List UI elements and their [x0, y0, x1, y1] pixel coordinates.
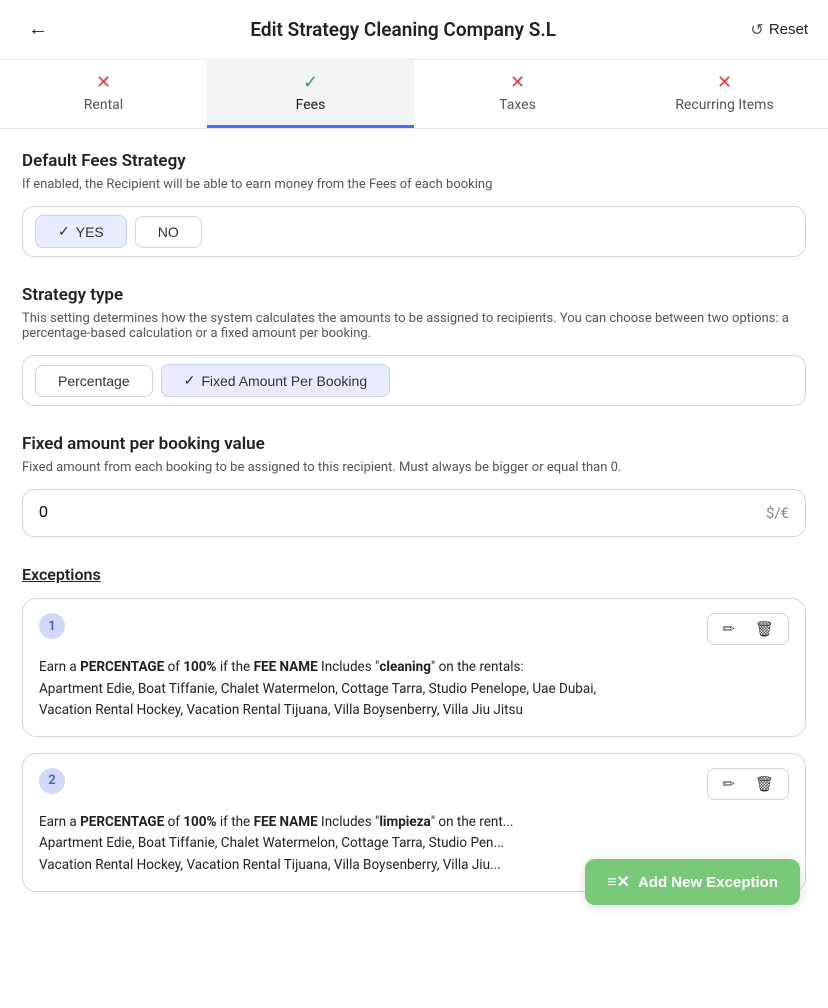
- strategy-type-title: Strategy type: [22, 285, 806, 305]
- no-button[interactable]: NO: [135, 216, 202, 248]
- add-exception-icon: ≡✕: [607, 872, 630, 892]
- tab-rental-label: Rental: [84, 97, 123, 113]
- percentage-label: Percentage: [58, 373, 130, 389]
- exception-2-number: 2: [39, 768, 65, 794]
- tab-taxes[interactable]: ✕ Taxes: [414, 60, 621, 128]
- exception-1-delete-button[interactable]: 🗑: [749, 618, 780, 640]
- exception-1-number: 1: [39, 613, 65, 639]
- fixed-amount-field-wrapper: $/€: [22, 489, 806, 537]
- back-button[interactable]: ←: [20, 14, 56, 45]
- exception-2-delete-button[interactable]: 🗑: [749, 773, 780, 795]
- strategy-type-desc: This setting determines how the system c…: [22, 311, 806, 341]
- default-fees-title: Default Fees Strategy: [22, 151, 806, 171]
- fixed-amount-section: Fixed amount per booking value Fixed amo…: [22, 434, 806, 537]
- recurring-tab-icon: ✕: [717, 72, 732, 93]
- exception-1-edit-button[interactable]: ✏: [716, 618, 741, 640]
- tabs-container: ✕ Rental ✓ Fees ✕ Taxes ✕ Recurring Item…: [0, 60, 828, 129]
- exception-1-actions: ✏ 🗑: [707, 613, 789, 645]
- tab-recurring-label: Recurring Items: [675, 97, 773, 113]
- strategy-toggle-group: Percentage ✓ Fixed Amount Per Booking: [22, 355, 806, 406]
- fees-tab-icon: ✓: [303, 72, 318, 93]
- yes-checkmark: ✓: [58, 223, 70, 240]
- no-label: NO: [158, 224, 179, 240]
- fixed-amount-title: Fixed amount per booking value: [22, 434, 806, 454]
- taxes-tab-icon: ✕: [510, 72, 525, 93]
- exception-2-edit-button[interactable]: ✏: [716, 773, 741, 795]
- fixed-label: Fixed Amount Per Booking: [201, 373, 367, 389]
- reset-button[interactable]: ↺ Reset: [750, 20, 808, 40]
- fixed-amount-input[interactable]: [39, 504, 766, 522]
- fixed-amount-button[interactable]: ✓ Fixed Amount Per Booking: [161, 364, 391, 397]
- percentage-button[interactable]: Percentage: [35, 365, 153, 397]
- default-fees-toggle-group: ✓ YES NO: [22, 206, 806, 257]
- add-exception-button[interactable]: ≡✕ Add New Exception: [585, 859, 800, 905]
- exception-2-actions: ✏ 🗑: [707, 768, 789, 800]
- tab-fees-label: Fees: [296, 97, 326, 113]
- default-fees-section: Default Fees Strategy If enabled, the Re…: [22, 151, 806, 257]
- exceptions-title: Exceptions: [22, 565, 806, 584]
- header: ← Edit Strategy Cleaning Company S.L ↺ R…: [0, 0, 828, 60]
- currency-suffix: $/€: [766, 504, 789, 522]
- yes-button[interactable]: ✓ YES: [35, 215, 127, 248]
- yes-label: YES: [76, 224, 104, 240]
- tab-recurring[interactable]: ✕ Recurring Items: [621, 60, 828, 128]
- exception-2-header: 2 ✏ 🗑: [39, 768, 789, 800]
- exception-1-header: 1 ✏ 🗑: [39, 613, 789, 645]
- fixed-checkmark: ✓: [184, 372, 196, 389]
- tab-taxes-label: Taxes: [499, 97, 536, 113]
- tab-fees[interactable]: ✓ Fees: [207, 60, 414, 128]
- exception-card-1: 1 ✏ 🗑 Earn a PERCENTAGE of 100% if the F…: [22, 598, 806, 737]
- exception-1-text: Earn a PERCENTAGE of 100% if the FEE NAM…: [39, 653, 789, 722]
- reset-icon: ↺: [750, 20, 763, 40]
- add-exception-label: Add New Exception: [638, 874, 778, 891]
- reset-label: Reset: [769, 21, 808, 38]
- tab-rental[interactable]: ✕ Rental: [0, 60, 207, 128]
- exceptions-section: Exceptions 1 ✏ 🗑 Earn a PERCENTAGE of 10…: [22, 565, 806, 892]
- fixed-amount-desc: Fixed amount from each booking to be ass…: [22, 460, 806, 475]
- page-title: Edit Strategy Cleaning Company S.L: [56, 18, 750, 41]
- strategy-type-section: Strategy type This setting determines ho…: [22, 285, 806, 406]
- rental-tab-icon: ✕: [96, 72, 111, 93]
- default-fees-desc: If enabled, the Recipient will be able t…: [22, 177, 806, 192]
